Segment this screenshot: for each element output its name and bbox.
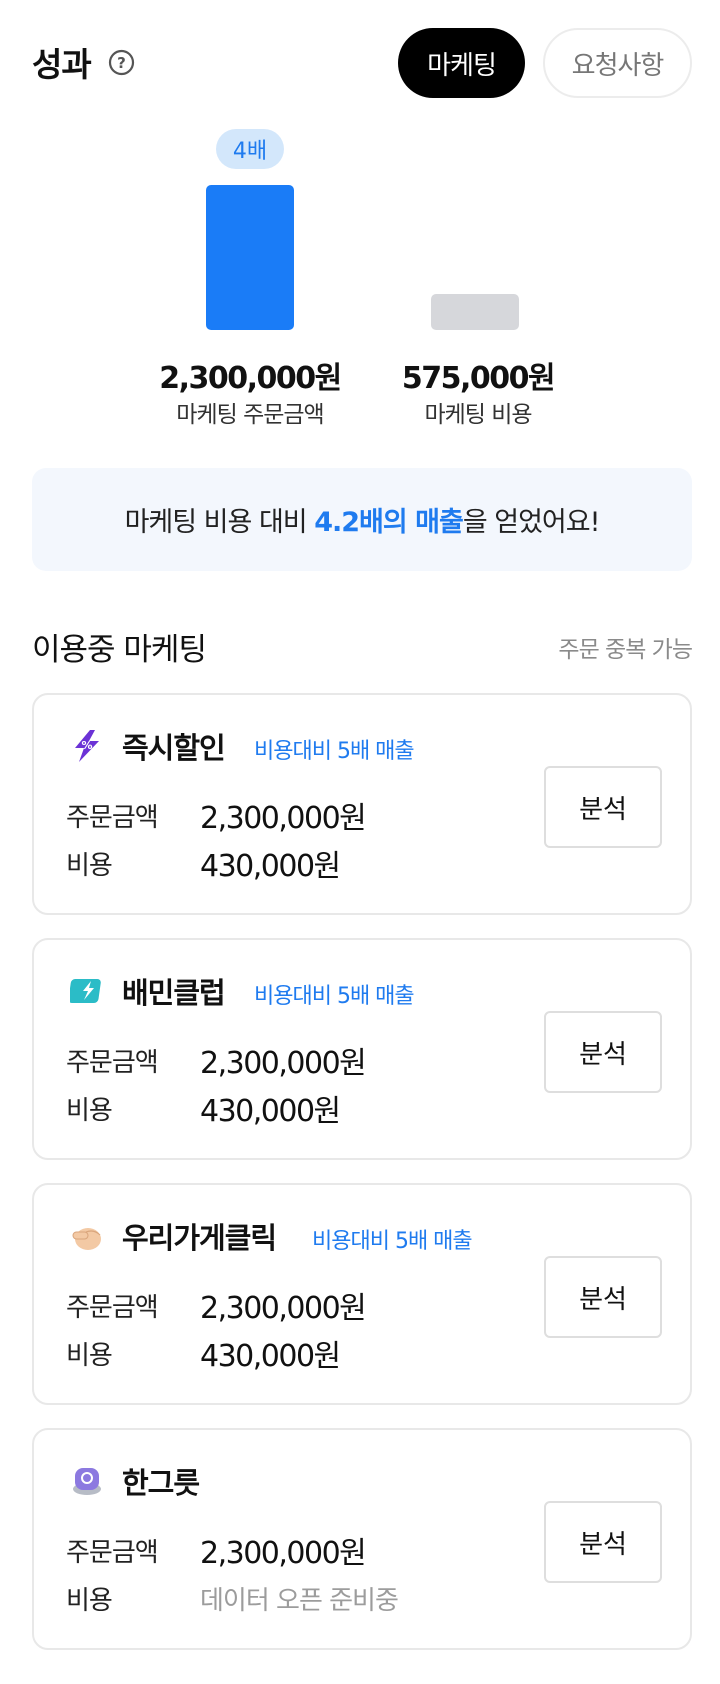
order-amount-value: 2,300,000원 [200,801,367,836]
card-name: 배민클럽 [122,976,226,1010]
order-amount-label: 마케팅 주문금액 [176,402,324,428]
order-amount-value: 2,300,000원 [200,1046,367,1081]
marketing-card: 배민클럽 비용대비 5배 매출 주문금액 2,300,000원 비용 430,0… [32,938,692,1160]
tab-marketing[interactable]: 마케팅 [398,28,525,98]
card-roi: 비용대비 5배 매출 [254,739,415,764]
roi-summary: 마케팅 비용 대비 4.2배의 매출 을 얻었어요! [32,468,692,571]
section-note: 주문 중복 가능 [558,637,693,663]
lightning-discount-icon: % [75,730,99,762]
summary-highlight: 4.2배의 매출 [314,507,464,538]
cost-label: 비용 [66,1586,113,1616]
summary-suffix: 을 얻었어요! [462,507,601,538]
page-title: 성과 [32,45,92,84]
order-amount-label: 주문금액 [66,1538,159,1568]
analyze-button[interactable]: 분석 [544,1256,662,1338]
order-amount-value: 2,300,000원 [200,1536,367,1571]
tab-requests[interactable]: 요청사항 [543,28,692,98]
order-amount-value: 2,300,000원 [200,1291,367,1326]
marketing-cost-label: 마케팅 비용 [424,402,532,428]
analyze-button[interactable]: 분석 [544,766,662,848]
card-name: 우리가게클릭 [122,1221,277,1255]
svg-text:%: % [81,739,92,752]
order-amount-value: 2,300,000원 [159,361,342,396]
ratio-badge: 4배 [216,129,284,169]
bar-marketing-cost [431,294,519,330]
question-circle-icon[interactable]: ? [108,49,135,76]
cost-value: 430,000원 [200,1094,341,1129]
baemin-club-ticket-icon [70,979,101,1003]
card-name: 즉시할인 [122,731,226,765]
bar-order-amount [206,185,294,330]
analyze-button[interactable]: 분석 [544,1011,662,1093]
svg-text:?: ? [117,54,126,72]
cost-value: 430,000원 [200,849,341,884]
card-name: 한그릇 [122,1466,200,1500]
order-amount-label: 주문금액 [66,1293,159,1323]
hand-click-icon [72,1228,101,1250]
cost-value: 430,000원 [200,1339,341,1374]
marketing-cost-value: 575,000원 [401,361,556,396]
cost-label: 비용 [66,851,113,881]
cost-value: 데이터 오픈 준비중 [200,1586,399,1616]
marketing-card: % 즉시할인 비용대비 5배 매출 주문금액 2,300,000원 비용 430… [32,693,692,915]
order-amount-label: 주문금액 [66,803,159,833]
section-title: 이용중 마케팅 [32,632,207,668]
card-roi: 비용대비 5배 매출 [254,984,415,1009]
han-badge-icon [73,1468,101,1495]
card-roi: 비용대비 5배 매출 [312,1229,473,1254]
marketing-card: 한그릇 주문금액 2,300,000원 비용 데이터 오픈 준비중 분석 [32,1428,692,1650]
analyze-button[interactable]: 분석 [544,1501,662,1583]
summary-prefix: 마케팅 비용 대비 [124,507,315,538]
marketing-card: 우리가게클릭 비용대비 5배 매출 주문금액 2,300,000원 비용 430… [32,1183,692,1405]
order-amount-label: 주문금액 [66,1048,159,1078]
cost-label: 비용 [66,1096,113,1126]
cost-label: 비용 [66,1341,113,1371]
